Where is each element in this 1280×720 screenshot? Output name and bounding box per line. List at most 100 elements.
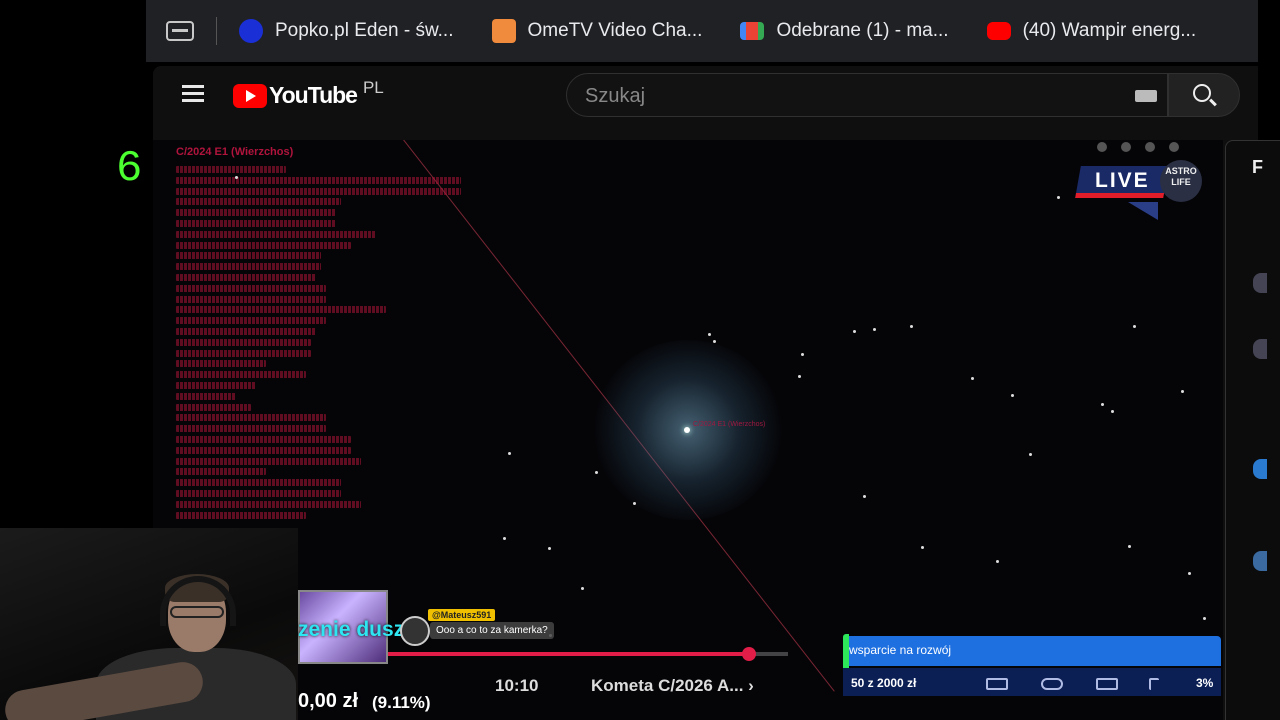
- counter: 6: [116, 144, 143, 194]
- info-line: [176, 338, 311, 346]
- bookmark-gmail[interactable]: Odebrane (1) - ma...: [740, 20, 949, 42]
- goal-percent: 3%: [1196, 676, 1214, 690]
- info-line: [176, 327, 316, 335]
- youtube-play-icon: [233, 83, 267, 108]
- goal-amount: 50 z 2000 zł: [851, 676, 917, 690]
- tab-search-icon[interactable]: [166, 21, 194, 41]
- star: [633, 502, 636, 505]
- star: [713, 340, 716, 343]
- circle-icon[interactable]: [1145, 142, 1155, 152]
- bookmark-label: OmeTV Video Cha...: [527, 20, 703, 41]
- star: [910, 325, 913, 328]
- country-code: PL: [362, 77, 384, 97]
- info-line: [176, 446, 351, 454]
- progress-knob[interactable]: [741, 647, 756, 661]
- bookmark-popko[interactable]: Popko.pl Eden - św...: [239, 19, 454, 43]
- search-button[interactable]: [1168, 73, 1240, 117]
- search-input[interactable]: [585, 82, 1105, 110]
- popko-icon: [239, 19, 263, 43]
- youtube-logo[interactable]: YouTube PL: [233, 78, 384, 109]
- bookmark-label: Popko.pl Eden - św...: [275, 20, 454, 41]
- webcam-feed: [0, 528, 298, 720]
- info-line: [176, 273, 316, 281]
- youtube-header: YouTube PL: [153, 66, 1258, 128]
- wrench-icon[interactable]: [1169, 142, 1179, 152]
- info-line: [176, 166, 286, 173]
- menu-icon[interactable]: [182, 85, 204, 103]
- time-display: 10:10: [495, 676, 539, 695]
- info-line: [176, 489, 341, 497]
- screen: Popko.pl Eden - św... OmeTV Video Cha...…: [0, 0, 1280, 720]
- info-panel: [176, 166, 466, 522]
- info-line: [176, 371, 306, 379]
- info-line: [176, 187, 461, 195]
- comet-nucleus: [684, 427, 690, 433]
- star: [595, 471, 598, 474]
- star: [853, 330, 856, 333]
- star: [971, 377, 974, 380]
- chat-username: @Mateusz591: [428, 609, 496, 621]
- star: [1111, 410, 1114, 413]
- astro-life-logo: ASTRO LIFE: [1160, 160, 1202, 202]
- star: [1203, 617, 1206, 620]
- star: [503, 537, 506, 540]
- avatar[interactable]: [1253, 459, 1267, 479]
- search-icon-handle: [1209, 98, 1217, 107]
- star: [508, 452, 511, 455]
- goal-title: wsparcie na rozwój: [849, 643, 952, 657]
- info-line: [176, 209, 336, 217]
- chat-message: Ooo a co to za kamerka?: [430, 622, 554, 639]
- info-line: [176, 435, 351, 443]
- info-line: [176, 479, 341, 487]
- info-line: [176, 295, 326, 303]
- info-line: [176, 263, 321, 271]
- star: [581, 587, 584, 590]
- video-title[interactable]: Kometa C/2026 A... ›: [591, 676, 754, 696]
- star: [996, 560, 999, 563]
- minus-icon[interactable]: [1121, 142, 1131, 152]
- info-line: [176, 230, 376, 238]
- star: [235, 176, 238, 179]
- comet-label: C/2024 E1 (Wierzchos): [693, 421, 766, 428]
- info-line: [176, 176, 461, 184]
- info-line: [176, 403, 251, 411]
- trash-icon[interactable]: [1097, 142, 1107, 152]
- search-icon: [1193, 84, 1211, 102]
- info-line: [176, 381, 256, 389]
- bookmark-ometv[interactable]: OmeTV Video Cha...: [491, 19, 703, 43]
- avatar[interactable]: [1253, 551, 1267, 571]
- star: [801, 353, 804, 356]
- info-line: [176, 500, 361, 508]
- youtube-icon: [986, 22, 1011, 40]
- star: [1181, 390, 1184, 393]
- info-line: [176, 219, 336, 227]
- star: [1188, 572, 1191, 575]
- ometv-icon: [491, 19, 516, 43]
- bookmark-youtube[interactable]: (40) Wampir energ...: [986, 20, 1196, 42]
- settings-icon[interactable]: [1041, 678, 1063, 690]
- star: [1101, 403, 1104, 406]
- live-label: LIVE: [1095, 169, 1150, 192]
- star: [1057, 196, 1060, 199]
- miniplayer-icon[interactable]: [1096, 678, 1118, 690]
- info-line: [176, 457, 361, 465]
- live-badge: LIVE ASTRO LIFE: [1075, 160, 1202, 224]
- info-title: C/2024 E1 (Wierzchos): [176, 146, 294, 158]
- star: [1133, 325, 1136, 328]
- overlay-controls: [1083, 142, 1203, 158]
- logo-text: YouTube: [269, 82, 358, 108]
- avatar[interactable]: [1253, 273, 1267, 293]
- chat-avatar: [400, 616, 430, 646]
- avatar[interactable]: [1253, 339, 1267, 359]
- info-line: [176, 241, 351, 249]
- fullscreen-icon[interactable]: [1149, 678, 1159, 690]
- subtitles-icon[interactable]: [986, 678, 1008, 690]
- star: [1011, 394, 1014, 397]
- info-line: [176, 284, 326, 292]
- divider: [216, 17, 217, 45]
- star: [921, 546, 924, 549]
- star: [798, 375, 801, 378]
- info-line: [176, 198, 341, 206]
- keyboard-icon[interactable]: [1135, 90, 1157, 102]
- star: [873, 328, 876, 331]
